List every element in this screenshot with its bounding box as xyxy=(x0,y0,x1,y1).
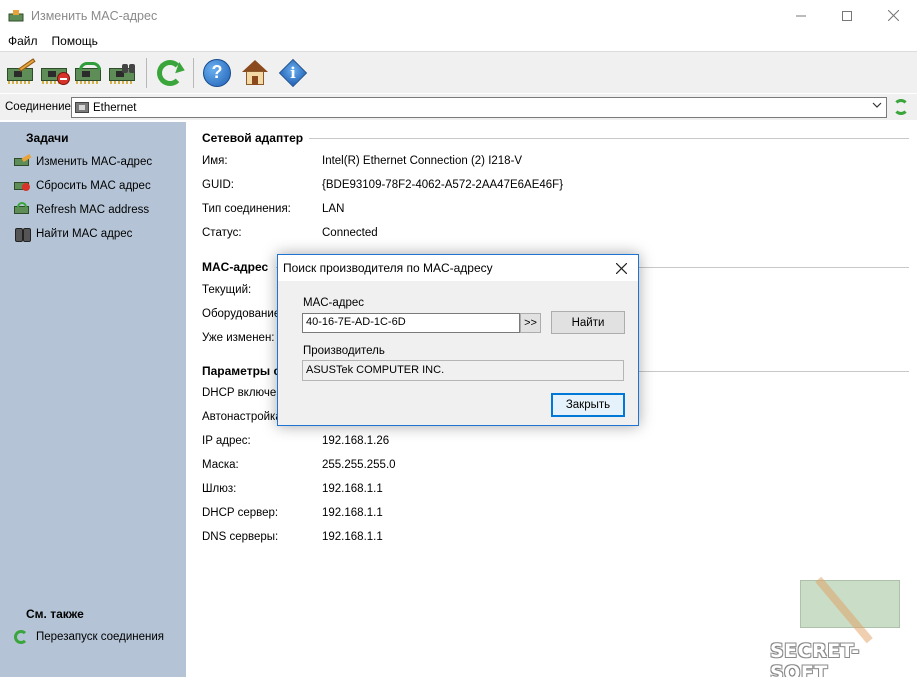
adapter-name-label: Имя: xyxy=(202,155,228,167)
home-toolbar-button[interactable] xyxy=(238,56,272,90)
help-toolbar-button[interactable]: ? xyxy=(200,56,234,90)
task-change-mac[interactable]: Изменить MAC-адрес xyxy=(14,153,152,171)
window-title: Изменить MAC-адрес xyxy=(31,8,158,23)
dialog-title: Поиск производителя по MAC-адресу xyxy=(283,261,493,275)
nic-reset-icon xyxy=(14,179,30,193)
task-sidebar: Задачи Изменить MAC-адрес Сбросить MAC а… xyxy=(0,122,186,677)
params-section-title: Параметры с xyxy=(202,364,287,378)
watermark-text: SECRET-SOFT xyxy=(770,640,860,677)
task-refresh-mac[interactable]: Refresh MAC address xyxy=(14,201,149,219)
binoculars-icon xyxy=(14,227,30,241)
dialog-close-button[interactable] xyxy=(610,258,632,278)
gateway-value: 192.168.1.1 xyxy=(322,483,383,495)
find-button[interactable]: Найти xyxy=(551,311,625,334)
maximize-button[interactable] xyxy=(824,0,870,31)
connection-bar: Соединение: Ethernet xyxy=(0,94,917,120)
subnet-mask-value: 255.255.255.0 xyxy=(322,459,396,471)
mac-address-input[interactable]: 40-16-7E-AD-1C-6D xyxy=(302,313,520,333)
refresh-icon xyxy=(14,630,30,644)
ip-address-value: 192.168.1.26 xyxy=(322,435,390,447)
title-bar: Изменить MAC-адрес xyxy=(0,0,917,31)
menu-help[interactable]: Помощь xyxy=(45,34,105,48)
current-mac-label: Текущий: xyxy=(202,284,252,296)
dns-servers-label: DNS серверы: xyxy=(202,531,279,543)
dialog-title-bar: Поиск производителя по MAC-адресу xyxy=(278,255,638,281)
menu-file[interactable]: Файл xyxy=(0,34,45,48)
status-value: Connected xyxy=(322,227,378,239)
dhcp-enabled-label: DHCP включен xyxy=(202,387,283,399)
adapter-name-value: Intel(R) Ethernet Connection (2) I218-V xyxy=(322,155,523,167)
dialog-close-action-button[interactable]: Закрыть xyxy=(551,393,625,417)
ethernet-icon xyxy=(75,102,89,113)
nic-refresh-icon xyxy=(14,202,30,217)
nic-reset-icon xyxy=(40,62,70,85)
restart-connection-toolbar-button[interactable] xyxy=(153,56,187,90)
home-icon xyxy=(241,59,269,87)
toolbar: ? i xyxy=(0,51,917,93)
refresh-icon xyxy=(893,99,909,115)
task-restart-connection[interactable]: Перезапуск соединения xyxy=(14,628,164,646)
close-icon xyxy=(615,262,627,274)
refresh-icon xyxy=(157,59,183,86)
app-icon xyxy=(8,8,24,24)
menu-bar: Файл Помощь xyxy=(0,31,917,51)
task-label: Найти MAC адрес xyxy=(36,228,133,240)
section-divider xyxy=(304,138,909,139)
status-label: Статус: xyxy=(202,227,242,239)
tasks-heading: Задачи xyxy=(26,131,69,145)
task-reset-mac[interactable]: Сбросить MAC адрес xyxy=(14,177,151,195)
insert-mac-button[interactable]: >> xyxy=(520,313,541,333)
info-icon: i xyxy=(278,58,308,87)
vendor-lookup-dialog: Поиск производителя по MAC-адресу MAC-ад… xyxy=(277,254,639,426)
dhcp-server-label: DHCP сервер: xyxy=(202,507,279,519)
task-find-mac[interactable]: Найти MAC адрес xyxy=(14,225,132,243)
nic-edit-icon xyxy=(6,57,36,84)
connection-type-label: Тип соединения: xyxy=(202,203,291,215)
guid-value: {BDE93109-78F2-4062-A572-2AA47E6AE46F} xyxy=(322,179,564,191)
connection-select[interactable]: Ethernet xyxy=(71,97,887,118)
reset-mac-toolbar-button[interactable] xyxy=(38,56,72,90)
hardware-mac-label: Оборудование: xyxy=(202,308,284,320)
help-icon: ? xyxy=(203,58,231,87)
vendor-output: ASUSTek COMPUTER INC. xyxy=(302,360,624,381)
task-label: Изменить MAC-адрес xyxy=(36,156,153,168)
minimize-button[interactable] xyxy=(778,0,824,31)
toolbar-separator xyxy=(146,57,147,88)
ip-address-label: IP адрес: xyxy=(202,435,251,447)
nic-edit-icon xyxy=(14,154,32,169)
see-also-heading: См. также xyxy=(26,607,84,621)
refresh-mac-toolbar-button[interactable] xyxy=(72,56,106,90)
task-label: Перезапуск соединения xyxy=(36,631,164,643)
find-mac-toolbar-button[interactable] xyxy=(106,56,140,90)
already-changed-label: Уже изменен: xyxy=(202,332,275,344)
nic-search-icon xyxy=(108,62,138,84)
task-label: Refresh MAC address xyxy=(36,204,150,216)
connection-type-value: LAN xyxy=(322,203,345,215)
about-toolbar-button[interactable]: i xyxy=(276,56,310,90)
vendor-label: Производитель xyxy=(303,345,385,357)
subnet-mask-label: Маска: xyxy=(202,459,239,471)
task-label: Сбросить MAC адрес xyxy=(36,180,151,192)
refresh-connections-button[interactable] xyxy=(893,99,911,117)
dns-servers-value: 192.168.1.1 xyxy=(322,531,383,543)
change-mac-toolbar-button[interactable] xyxy=(4,56,38,90)
mac-section-title: MAC-адрес xyxy=(202,260,275,274)
close-button[interactable] xyxy=(870,0,916,31)
mac-address-label: MAC-адрес xyxy=(303,297,365,309)
connection-label: Соединение: xyxy=(5,101,75,113)
toolbar-separator xyxy=(193,57,194,88)
guid-label: GUID: xyxy=(202,179,234,191)
nic-refresh-icon xyxy=(74,61,104,84)
chevron-down-icon xyxy=(872,100,882,112)
autoconfig-label: Автонастройка xyxy=(202,411,282,423)
gateway-label: Шлюз: xyxy=(202,483,237,495)
dhcp-server-value: 192.168.1.1 xyxy=(322,507,383,519)
connection-value: Ethernet xyxy=(93,101,137,114)
adapter-section-title: Сетевой адаптер xyxy=(202,131,310,145)
